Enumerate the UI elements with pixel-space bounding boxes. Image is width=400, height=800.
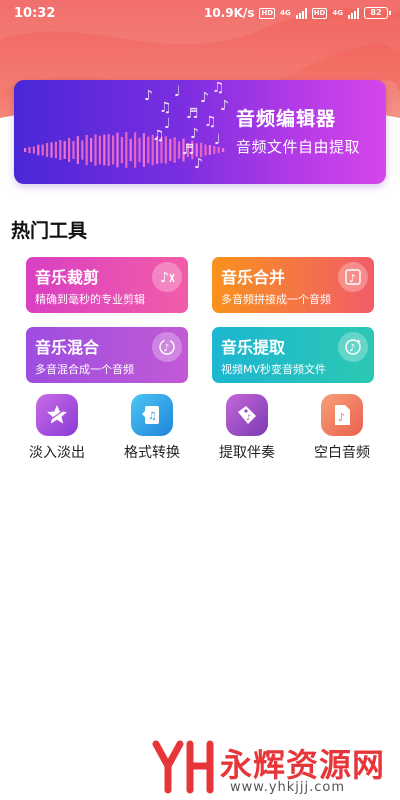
svg-text:♩: ♩ [214,132,221,148]
svg-text:♪: ♪ [144,88,153,104]
watermark-url: www.yhkjjj.com [230,780,346,795]
svg-text:♩: ♩ [164,116,171,132]
network-type-2: 4G [332,9,343,17]
tool-label: 格式转换 [124,445,180,461]
card-desc: 视频MV秒变音频文件 [221,363,327,376]
music-merge-card[interactable]: 音乐合并 多音频拼接成一个音频 ♪ [212,257,374,313]
svg-text:♪: ♪ [194,156,203,172]
music-merge-icon: ♪ [338,262,368,292]
tool-label: 淡入淡出 [29,445,85,461]
banner-title: 音频编辑器 [236,108,337,130]
svg-text:♫: ♫ [212,80,225,96]
card-desc: 多音频拼接成一个音频 [221,293,331,306]
tool-accompaniment[interactable]: ♪ 提取伴奏 [207,394,287,462]
music-extract-icon: ♪ [338,332,368,362]
svg-text:♪: ♪ [163,343,169,354]
svg-text:♬: ♬ [182,142,195,158]
waveform-illustration: ♪♫♩ ♬♪♫ ♩♪♫ ♬♪♩ ♪♫ [24,80,229,172]
format-convert-icon: ♫ [131,394,173,436]
fade-icon [36,394,78,436]
watermark: 永辉资源网 www.yhkjjj.com [150,738,390,798]
hd-badge-2: HD [311,7,328,19]
card-title: 音乐合并 [221,268,286,287]
banner-subtitle: 音频文件自由提取 [236,138,361,156]
svg-text:♫: ♫ [159,100,172,116]
tool-fade[interactable]: 淡入淡出 [17,394,97,462]
network-speed: 10.9K/s [203,6,255,20]
svg-text:♫: ♫ [152,128,165,144]
tool-label: 空白音频 [314,445,370,461]
music-mix-card[interactable]: 音乐混合 多音混合成一个音频 ♪ [26,327,188,383]
status-time: 10:32 [14,5,56,21]
svg-text:♪: ♪ [338,411,345,424]
tool-format-convert[interactable]: ♫ 格式转换 [112,394,192,462]
section-title: 热门工具 [11,220,88,242]
card-desc: 多音混合成一个音频 [35,363,134,376]
music-cut-card[interactable]: 音乐裁剪 精确到毫秒的专业剪辑 ♪ [26,257,188,313]
watermark-logo-icon [152,740,214,794]
audio-editor-banner[interactable]: ♪ ♫ ♩ ♬ ♪ ♫ ♩ ♪ ♫ ♬ ♪ ♩ ♪ ♫ 音频编辑器 音频文件自由提取 [14,80,386,184]
music-extract-card[interactable]: 音乐提取 视频MV秒变音频文件 ♪ [212,327,374,383]
music-mix-icon: ♪ [152,332,182,362]
status-bar: 10:32 10.9K/s HD 4G HD 4G 82 [0,0,400,26]
signal-icon-2 [348,7,359,19]
svg-text:♪: ♪ [246,413,251,422]
card-title: 音乐混合 [35,338,100,357]
card-title: 音乐提取 [221,338,286,357]
svg-text:♬: ♬ [186,106,199,122]
svg-text:♪: ♪ [349,272,356,285]
tool-label: 提取伴奏 [219,445,275,461]
signal-icon [295,7,307,19]
battery-icon: 82 [364,7,391,19]
svg-text:♪: ♪ [190,126,199,142]
blank-audio-icon: ♪ [321,394,363,436]
svg-text:♪: ♪ [349,343,355,354]
accompaniment-icon: ♪ [226,394,268,436]
card-title: 音乐裁剪 [35,268,100,287]
svg-text:♩: ♩ [174,84,181,100]
svg-text:♫: ♫ [204,114,217,130]
svg-text:♪: ♪ [160,270,169,286]
svg-text:♪: ♪ [200,90,209,106]
hd-badge: HD [259,7,276,19]
music-cut-icon: ♪ [152,262,182,292]
svg-text:♪: ♪ [220,98,229,114]
network-type: 4G [280,9,291,17]
svg-text:♫: ♫ [148,411,157,422]
tool-blank-audio[interactable]: ♪ 空白音频 [302,394,382,462]
card-desc: 精确到毫秒的专业剪辑 [35,293,145,306]
